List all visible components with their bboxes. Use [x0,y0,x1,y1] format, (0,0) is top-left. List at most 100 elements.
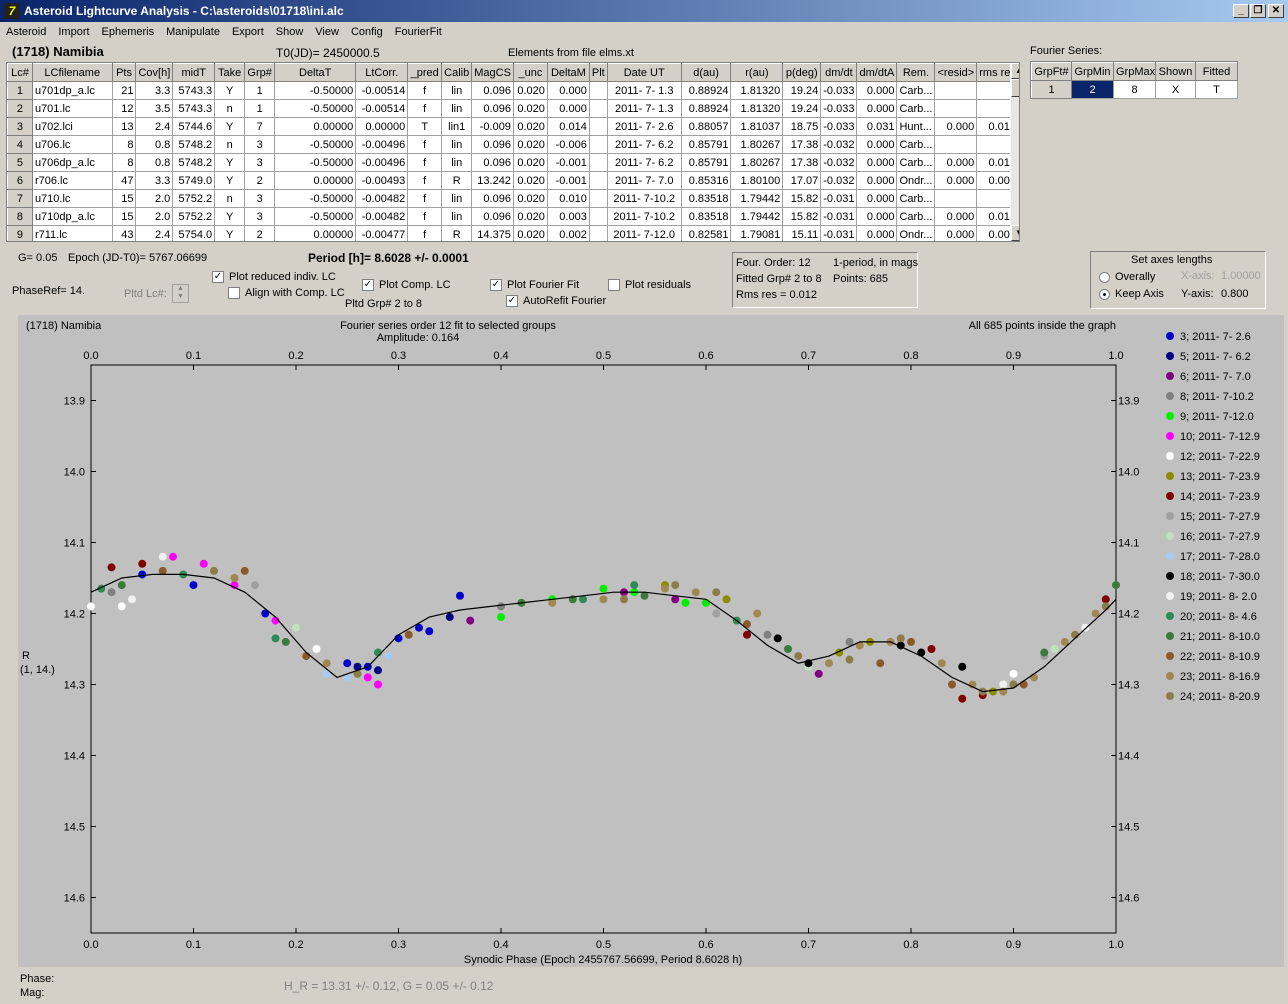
plot-residuals-checkbox[interactable]: Plot residuals [608,279,691,292]
table-cell[interactable]: lin [441,153,473,172]
table-cell[interactable]: 0.020 [512,207,548,226]
table-cell[interactable]: Y [214,153,246,172]
table-cell[interactable]: -0.032 [820,153,858,172]
column-header[interactable]: Plt [588,63,608,82]
table-cell[interactable]: 1.79081 [730,225,784,241]
plot-reduced-checkbox[interactable]: ✓ Plot reduced indiv. LC [212,271,336,284]
table-cell[interactable]: 15.82 [782,207,822,226]
table-cell[interactable]: 5752.2 [172,189,216,208]
table-cell[interactable]: 0.88924 [680,81,732,100]
table-row[interactable]: 2 u701.lc 12 3.5 5743.3 n 1 -0.50000 -0.00514 f li… [7,99,1019,118]
fourier-column-header[interactable]: GrpMax [1113,62,1156,81]
table-cell[interactable]: 19.24 [782,99,822,118]
plot-comp-checkbox[interactable]: ✓ Plot Comp. LC [362,279,451,292]
table-cell[interactable]: -0.006 [546,135,590,154]
table-cell[interactable] [934,99,978,118]
table-cell[interactable]: lin [441,99,473,118]
lightcurve-svg[interactable]: (1718) Namibia Fourier series order 12 fi… [18,315,1284,967]
table-cell[interactable]: 0.096 [471,153,514,172]
table-cell[interactable]: 0.003 [546,207,590,226]
column-header[interactable]: p(deg) [782,63,822,82]
table-cell[interactable] [934,81,978,100]
table-cell[interactable]: 0.83518 [680,207,732,226]
table-cell[interactable]: 0.000 [934,225,978,241]
table-cell[interactable]: -0.033 [820,117,858,136]
table-cell[interactable]: Carb... [896,207,936,226]
lightcurve-plot[interactable]: (1718) Namibia Fourier series order 12 fi… [18,315,1284,967]
table-cell[interactable]: 17.38 [782,135,822,154]
table-cell[interactable]: 3 [244,135,276,154]
table-cell[interactable]: Carb... [896,189,936,208]
table-cell[interactable] [588,99,608,118]
table-cell[interactable]: 2011- 7-12.0 [606,225,682,241]
table-cell[interactable]: 0.000 [856,207,898,226]
table-cell[interactable]: 5749.0 [172,171,216,190]
autorefit-checkbox[interactable]: ✓ AutoRefit Fourier [506,295,606,308]
table-cell[interactable]: 0.85791 [680,135,732,154]
table-cell[interactable]: 2 [244,171,276,190]
align-comp-checkbox[interactable]: Align with Comp. LC [228,287,345,300]
menu-export[interactable]: Export [226,22,270,38]
fourier-column-header[interactable]: GrpFt# [1031,62,1072,81]
table-cell[interactable]: u710.lc [31,189,113,208]
table-cell[interactable]: 8 [111,153,137,172]
fourier-cell[interactable]: T [1195,80,1238,99]
table-cell[interactable]: Y [214,81,246,100]
table-cell[interactable]: 5748.2 [172,153,216,172]
table-cell[interactable]: 1 [244,81,276,100]
table-cell[interactable]: 2.4 [135,225,174,241]
table-cell[interactable] [934,189,978,208]
table-cell[interactable] [588,153,608,172]
table-cell[interactable]: lin [441,189,473,208]
table-cell[interactable]: 5 [7,153,33,172]
table-cell[interactable]: -0.00514 [355,81,409,100]
table-cell[interactable]: 2011- 7-10.2 [606,189,682,208]
table-cell[interactable]: 0.020 [512,153,548,172]
table-cell[interactable]: f [407,225,443,241]
table-cell[interactable]: 5744.6 [172,117,216,136]
table-cell[interactable]: 0.000 [934,207,978,226]
xaxis-input[interactable]: 1.00000 [1221,270,1261,282]
table-cell[interactable]: 4 [7,135,33,154]
table-cell[interactable]: -0.001 [546,153,590,172]
table-cell[interactable]: 0.8 [135,153,174,172]
table-cell[interactable]: 1.79442 [730,207,784,226]
table-cell[interactable]: 2011- 7-10.2 [606,207,682,226]
lightcurve-table[interactable]: Lc# LCfilename Pts Cov[h] midT Take Grp# DeltaT… [6,62,1020,242]
table-cell[interactable]: 1.80100 [730,171,784,190]
table-cell[interactable]: 3 [244,189,276,208]
table-cell[interactable]: lin [441,81,473,100]
table-cell[interactable]: 1.81320 [730,99,784,118]
table-cell[interactable]: 5752.2 [172,207,216,226]
table-cell[interactable]: f [407,135,443,154]
table-cell[interactable]: Ondr... [896,225,936,241]
fourier-column-header[interactable]: Fitted [1195,62,1238,81]
table-cell[interactable]: 2011- 7- 7.0 [606,171,682,190]
table-cell[interactable]: u701dp_a.lc [31,81,113,100]
table-cell[interactable]: 2011- 7- 6.2 [606,153,682,172]
table-cell[interactable]: 0.020 [512,171,548,190]
table-cell[interactable]: 14.375 [471,225,514,241]
column-header[interactable]: _unc [512,63,548,82]
minimize-button[interactable]: _ [1233,4,1249,18]
table-cell[interactable]: n [214,189,246,208]
table-cell[interactable]: 0.096 [471,99,514,118]
table-cell[interactable]: 13.242 [471,171,514,190]
plot-fourier-checkbox[interactable]: ✓ Plot Fourier Fit [490,279,579,292]
scroll-down-arrow-icon[interactable]: ▼ [1011,225,1019,241]
table-cell[interactable]: 0.096 [471,189,514,208]
overally-radio[interactable]: Overally [1099,271,1155,283]
column-header[interactable]: dm/dt [820,63,858,82]
table-cell[interactable] [588,171,608,190]
table-cell[interactable]: -0.00493 [355,171,409,190]
table-cell[interactable]: 0.00000 [274,171,357,190]
table-cell[interactable]: 19.24 [782,81,822,100]
table-cell[interactable]: 15 [111,189,137,208]
pltd-lc-spinner[interactable]: ▲ ▼ [172,284,189,303]
table-cell[interactable]: 0.000 [546,99,590,118]
table-row[interactable]: 8 u710dp_a.lc 15 2.0 5752.2 Y 3 -0.50000 -0.0048… [7,207,1019,226]
table-cell[interactable]: -0.001 [546,171,590,190]
table-cell[interactable]: 2 [7,99,33,118]
table-cell[interactable]: 17.38 [782,153,822,172]
table-row[interactable]: 7 u710.lc 15 2.0 5752.2 n 3 -0.50000 -0.00482 f li… [7,189,1019,208]
